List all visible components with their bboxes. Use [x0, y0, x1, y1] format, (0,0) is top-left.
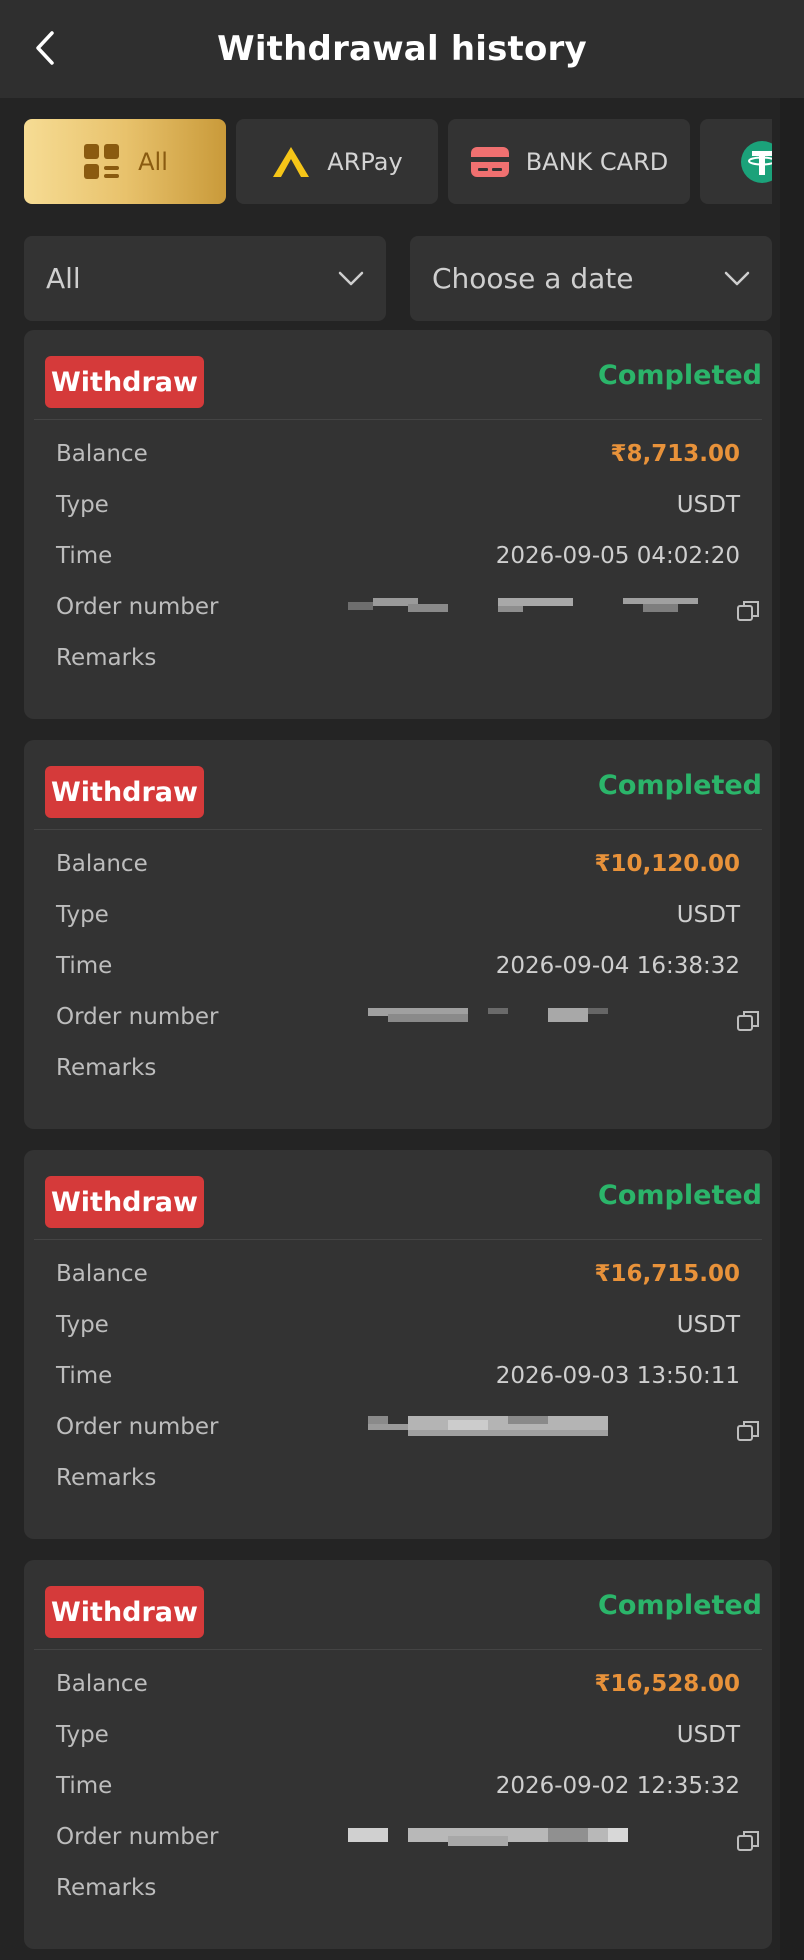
divider [34, 1239, 762, 1240]
tab-bank-card[interactable]: BANK CARD [448, 119, 690, 204]
status-completed: Completed [598, 770, 762, 801]
withdrawal-record-card: Withdraw Completed Balance ₹16,715.00 Ty… [24, 1150, 772, 1539]
back-button[interactable] [30, 28, 60, 68]
type-filter-select[interactable]: All [24, 236, 386, 321]
divider [34, 1649, 762, 1650]
withdraw-badge: Withdraw [45, 1176, 204, 1228]
method-tabs: All ARPay BANK CARD [24, 119, 772, 205]
tab-all[interactable]: All [24, 119, 226, 204]
type-value: USDT [676, 1312, 740, 1338]
balance-row: Balance ₹10,120.00 [56, 847, 740, 881]
status-completed: Completed [598, 1590, 762, 1621]
time-value: 2026-09-04 16:38:32 [495, 953, 740, 979]
type-label: Type [56, 492, 109, 518]
type-row: Type USDT [56, 1718, 740, 1752]
filters: All Choose a date [24, 236, 772, 321]
type-row: Type USDT [56, 1308, 740, 1342]
withdrawal-record-card: Withdraw Completed Balance ₹16,528.00 Ty… [24, 1560, 772, 1949]
status-completed: Completed [598, 360, 762, 391]
grid-list-icon [84, 143, 120, 179]
balance-value: ₹16,715.00 [594, 1261, 740, 1287]
usdt-tether-icon [741, 140, 772, 183]
time-row: Time 2026-09-03 13:50:11 [56, 1359, 740, 1393]
time-row: Time 2026-09-05 04:02:20 [56, 539, 740, 573]
remarks-label: Remarks [56, 645, 157, 671]
type-label: Type [56, 1312, 109, 1338]
page-title: Withdrawal history [217, 29, 587, 69]
type-row: Type USDT [56, 898, 740, 932]
copy-icon[interactable] [736, 1828, 762, 1854]
type-value: USDT [676, 1722, 740, 1748]
balance-value: ₹8,713.00 [610, 441, 741, 467]
chevron-left-icon [36, 31, 54, 65]
type-value: USDT [676, 492, 740, 518]
balance-row: Balance ₹16,528.00 [56, 1667, 740, 1701]
remarks-row: Remarks [56, 1871, 740, 1905]
remarks-row: Remarks [56, 1461, 740, 1495]
time-value: 2026-09-02 12:35:32 [495, 1773, 740, 1799]
balance-label: Balance [56, 1671, 148, 1697]
tab-bank-card-label: BANK CARD [525, 147, 669, 176]
time-label: Time [56, 953, 113, 979]
order-number-redacted [348, 598, 698, 612]
chevron-down-icon [338, 271, 364, 285]
arpay-logo-icon [273, 146, 310, 177]
balance-label: Balance [56, 851, 148, 877]
withdraw-badge: Withdraw [45, 1586, 204, 1638]
chevron-down-icon [724, 271, 750, 285]
withdraw-badge: Withdraw [45, 356, 204, 408]
time-label: Time [56, 543, 113, 569]
time-row: Time 2026-09-02 12:35:32 [56, 1769, 740, 1803]
remarks-label: Remarks [56, 1875, 157, 1901]
type-label: Type [56, 902, 109, 928]
balance-label: Balance [56, 1261, 148, 1287]
balance-label: Balance [56, 441, 148, 467]
order-number-label: Order number [56, 594, 219, 620]
header-bar: Withdrawal history [0, 0, 804, 98]
tab-all-label: All [138, 147, 168, 176]
copy-icon[interactable] [736, 598, 762, 624]
date-filter-value: Choose a date [432, 262, 634, 295]
tab-arpay-label: ARPay [327, 147, 403, 176]
copy-icon[interactable] [736, 1418, 762, 1444]
type-label: Type [56, 1722, 109, 1748]
withdraw-badge: Withdraw [45, 766, 204, 818]
balance-value: ₹10,120.00 [594, 851, 740, 877]
status-completed: Completed [598, 1180, 762, 1211]
balance-value: ₹16,528.00 [594, 1671, 740, 1697]
bank-card-icon [470, 146, 509, 177]
time-value: 2026-09-03 13:50:11 [495, 1363, 740, 1389]
withdrawal-record-card: Withdraw Completed Balance ₹8,713.00 Typ… [24, 330, 772, 719]
balance-row: Balance ₹16,715.00 [56, 1257, 740, 1291]
date-filter-select[interactable]: Choose a date [410, 236, 772, 321]
balance-row: Balance ₹8,713.00 [56, 437, 740, 471]
withdrawal-record-card: Withdraw Completed Balance ₹10,120.00 Ty… [24, 740, 772, 1129]
copy-icon[interactable] [736, 1008, 762, 1034]
type-filter-value: All [46, 262, 81, 295]
order-number-label: Order number [56, 1824, 219, 1850]
type-row: Type USDT [56, 488, 740, 522]
order-number-redacted [348, 1828, 628, 1846]
type-value: USDT [676, 902, 740, 928]
time-row: Time 2026-09-04 16:38:32 [56, 949, 740, 983]
order-number-redacted [368, 1416, 608, 1436]
remarks-row: Remarks [56, 1051, 740, 1085]
order-number-redacted [368, 1008, 608, 1022]
order-number-label: Order number [56, 1414, 219, 1440]
order-number-label: Order number [56, 1004, 219, 1030]
divider [34, 829, 762, 830]
tab-arpay[interactable]: ARPay [236, 119, 438, 204]
remarks-label: Remarks [56, 1465, 157, 1491]
divider [34, 419, 762, 420]
time-value: 2026-09-05 04:02:20 [495, 543, 740, 569]
scroll-edge [780, 98, 804, 1960]
remarks-row: Remarks [56, 641, 740, 675]
time-label: Time [56, 1773, 113, 1799]
time-label: Time [56, 1363, 113, 1389]
remarks-label: Remarks [56, 1055, 157, 1081]
tab-usdt[interactable] [700, 119, 772, 204]
